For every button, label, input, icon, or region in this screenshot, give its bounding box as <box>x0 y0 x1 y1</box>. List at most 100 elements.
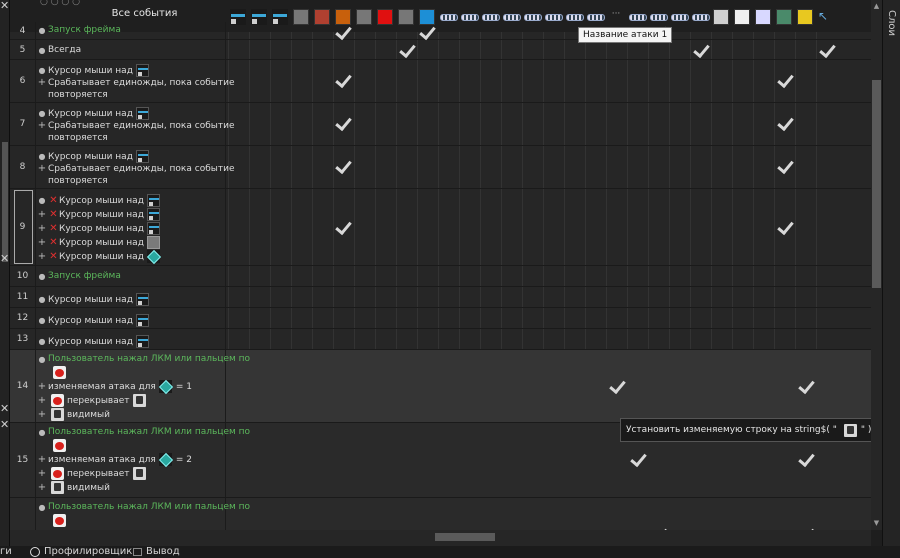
event-number[interactable]: 14 <box>10 350 36 422</box>
check-mark-icon[interactable] <box>798 451 814 467</box>
check-mark-icon[interactable] <box>777 219 793 235</box>
condition-line[interactable]: ● ✕ Курсор мыши над <box>36 194 160 207</box>
check-mark-icon[interactable] <box>777 72 793 88</box>
event-row-7[interactable]: 7 ● Курсор мыши над + Срабатывает единожды, … <box>10 103 871 146</box>
condition-line[interactable]: ● Пользователь нажал ЛКМ или пальцем по <box>36 502 251 512</box>
condition-line[interactable]: ● Запуск фрейма <box>36 25 121 35</box>
condition-line[interactable]: + изменяемая атака для = 2 <box>36 453 192 466</box>
check-mark-icon[interactable] <box>335 158 351 174</box>
event-conditions[interactable]: ● Пользователь нажал ЛКМ или пальцем по + и… <box>36 423 250 497</box>
event-row-8[interactable]: 8 ● Курсор мыши над + Срабатывает единожды, … <box>10 146 871 189</box>
event-conditions[interactable]: ● Всегда <box>36 40 226 59</box>
event-number[interactable] <box>10 498 36 530</box>
condition-line[interactable] <box>50 439 66 452</box>
layers-panel[interactable]: Слои <box>882 0 900 546</box>
check-mark-icon[interactable] <box>419 24 435 40</box>
event-conditions[interactable]: ● Курсор мыши над <box>36 287 226 307</box>
condition-line[interactable]: ● Курсор мыши над <box>36 64 149 77</box>
event-number[interactable]: 6 <box>10 60 36 102</box>
condition-line[interactable]: ● Пользователь нажал ЛКМ или пальцем по <box>36 427 251 437</box>
tab-output[interactable]: Вывод <box>133 546 180 557</box>
horizontal-scroll-thumb[interactable] <box>435 533 495 541</box>
check-mark-icon[interactable] <box>335 72 351 88</box>
condition-line[interactable]: ● Курсор мыши над <box>36 314 149 327</box>
close-icon[interactable]: ✕ <box>0 253 9 264</box>
check-mark-icon[interactable] <box>819 42 835 58</box>
condition-line[interactable]: +повторяется <box>36 89 108 100</box>
check-mark-icon[interactable] <box>798 378 814 394</box>
condition-line[interactable]: + Срабатывает единожды, пока событие <box>36 163 235 174</box>
close-icon[interactable]: ✕ <box>0 0 9 11</box>
event-number[interactable]: 11 <box>10 287 36 307</box>
event-row-9[interactable]: 9 ● ✕ Курсор мыши над + ✕ Курсор мыши над + ✕ Кур… <box>10 189 871 266</box>
condition-line[interactable]: ● Всегда <box>36 45 82 55</box>
event-row-10[interactable]: 10 ● Запуск фрейма <box>10 266 871 287</box>
check-mark-icon[interactable] <box>335 24 351 40</box>
condition-line[interactable] <box>50 514 66 527</box>
check-mark-icon[interactable] <box>609 378 625 394</box>
check-mark-icon[interactable] <box>693 42 709 58</box>
horizontal-scrollbar[interactable] <box>10 530 871 546</box>
event-number[interactable]: 9 <box>10 189 36 265</box>
condition-line[interactable]: + Срабатывает единожды, пока событие <box>36 77 235 88</box>
condition-line[interactable]: +повторяется <box>36 175 108 186</box>
event-number[interactable]: 15 <box>10 423 36 497</box>
event-conditions[interactable]: ● Пользователь нажал ЛКМ или пальцем по <box>36 498 250 530</box>
check-mark-icon[interactable] <box>777 158 793 174</box>
condition-line[interactable]: + ✕ Курсор мыши над <box>36 250 160 263</box>
condition-line[interactable]: ● Курсор мыши над <box>36 335 149 348</box>
event-row-13[interactable]: 13 ● Курсор мыши над <box>10 329 871 350</box>
condition-line[interactable]: + перекрывает <box>36 467 146 480</box>
event-row-4[interactable]: 4 ● Запуск фрейма <box>10 22 871 40</box>
event-conditions[interactable]: ● Курсор мыши над + Срабатывает единожды, п… <box>36 103 235 145</box>
condition-line[interactable] <box>50 366 66 379</box>
condition-line[interactable]: + видимый <box>36 408 110 421</box>
condition-line[interactable]: ● Курсор мыши над <box>36 107 149 120</box>
event-conditions[interactable]: ● Курсор мыши над + Срабатывает единожды, п… <box>36 146 235 188</box>
event-conditions[interactable]: ● ✕ Курсор мыши над + ✕ Курсор мыши над + ✕ Курс… <box>36 189 226 265</box>
check-mark-icon[interactable] <box>335 115 351 131</box>
event-row-5[interactable]: 5 ● Всегда <box>10 40 871 60</box>
event-number[interactable]: 4 <box>10 22 36 39</box>
check-mark-icon[interactable] <box>630 451 646 467</box>
event-conditions[interactable]: ● Пользователь нажал ЛКМ или пальцем по + и… <box>36 350 250 422</box>
condition-line[interactable]: ● Запуск фрейма <box>36 271 121 281</box>
condition-line[interactable]: ● Курсор мыши над <box>36 150 149 163</box>
condition-line[interactable]: + ✕ Курсор мыши над <box>36 236 160 249</box>
check-mark-icon[interactable] <box>777 115 793 131</box>
condition-line[interactable]: + Срабатывает единожды, пока событие <box>36 120 235 131</box>
condition-line[interactable]: + перекрывает <box>36 394 146 407</box>
event-row-14[interactable]: 14 ● Пользователь нажал ЛКМ или пальцем по… <box>10 350 871 423</box>
scroll-down-icon[interactable]: ▼ <box>872 519 881 528</box>
scroll-up-icon[interactable]: ▲ <box>872 2 881 11</box>
tab-profiler[interactable]: Профилировщик <box>30 546 132 557</box>
event-number[interactable]: 7 <box>10 103 36 145</box>
event-conditions[interactable]: ● Запуск фрейма <box>36 266 226 286</box>
vertical-scroll-thumb[interactable] <box>872 80 881 288</box>
event-number[interactable]: 12 <box>10 308 36 328</box>
event-conditions[interactable]: ● Курсор мыши над <box>36 308 226 328</box>
check-mark-icon[interactable] <box>399 42 415 58</box>
condition-line[interactable]: +повторяется <box>36 132 108 143</box>
event-conditions[interactable]: ● Запуск фрейма <box>36 22 226 39</box>
condition-line[interactable]: ● Курсор мыши над <box>36 293 149 306</box>
condition-line[interactable]: + ✕ Курсор мыши над <box>36 208 160 221</box>
condition-line[interactable]: + видимый <box>36 481 110 494</box>
event-row-16[interactable]: ● Пользователь нажал ЛКМ или пальцем по <box>10 498 871 530</box>
layers-title[interactable]: Слои <box>886 10 897 36</box>
event-conditions[interactable]: ● Курсор мыши над + Срабатывает единожды, п… <box>36 60 235 102</box>
condition-line[interactable]: + ✕ Курсор мыши над <box>36 222 160 235</box>
check-mark-icon[interactable] <box>335 219 351 235</box>
event-number[interactable]: 8 <box>10 146 36 188</box>
event-row-6[interactable]: 6 ● Курсор мыши над + Срабатывает единожды, … <box>10 60 871 103</box>
event-conditions[interactable]: ● Курсор мыши над <box>36 329 226 349</box>
close-icon[interactable]: ✕ <box>0 419 9 430</box>
close-icon[interactable]: ✕ <box>0 403 9 414</box>
vertical-scrollbar[interactable]: ▲ ▼ <box>871 0 882 530</box>
event-row-12[interactable]: 12 ● Курсор мыши над <box>10 308 871 329</box>
event-row-11[interactable]: 11 ● Курсор мыши над <box>10 287 871 308</box>
event-number[interactable]: 10 <box>10 266 36 286</box>
all-events-label[interactable]: Все события <box>62 8 227 19</box>
condition-line[interactable]: + изменяемая атака для = 1 <box>36 380 192 393</box>
condition-line[interactable]: ● Пользователь нажал ЛКМ или пальцем по <box>36 354 251 364</box>
